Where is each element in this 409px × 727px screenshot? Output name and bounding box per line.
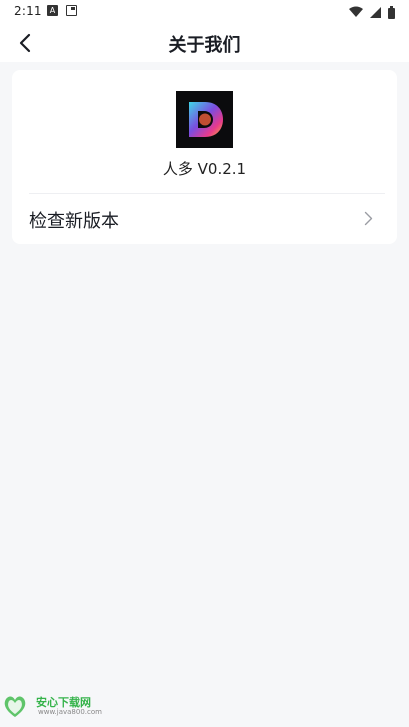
a-badge-icon: A (47, 5, 58, 16)
app-version: 人多 V0.2.1 (162, 160, 247, 178)
battery-icon (388, 5, 395, 19)
status-time: 2:11 (14, 4, 42, 18)
nav-bar: 关于我们 (0, 24, 409, 62)
cell-signal-icon (370, 6, 381, 18)
about-card: 人多 V0.2.1 检查新版本 (12, 70, 397, 244)
page-title: 关于我们 (168, 35, 241, 56)
app-logo-icon (176, 91, 233, 148)
watermark: 安心下载网 www.java800.com (2, 693, 102, 719)
watermark-logo-icon (4, 696, 26, 717)
status-right-icons (349, 4, 395, 20)
check-update-row[interactable]: 检查新版本 (12, 194, 397, 244)
chevron-right-icon (364, 211, 373, 226)
check-update-label: 检查新版本 (29, 211, 119, 232)
card-icon (66, 5, 77, 16)
wifi-icon (349, 6, 363, 17)
status-bar: 2:11 A (0, 0, 409, 24)
watermark-url: www.java800.com (38, 708, 102, 716)
